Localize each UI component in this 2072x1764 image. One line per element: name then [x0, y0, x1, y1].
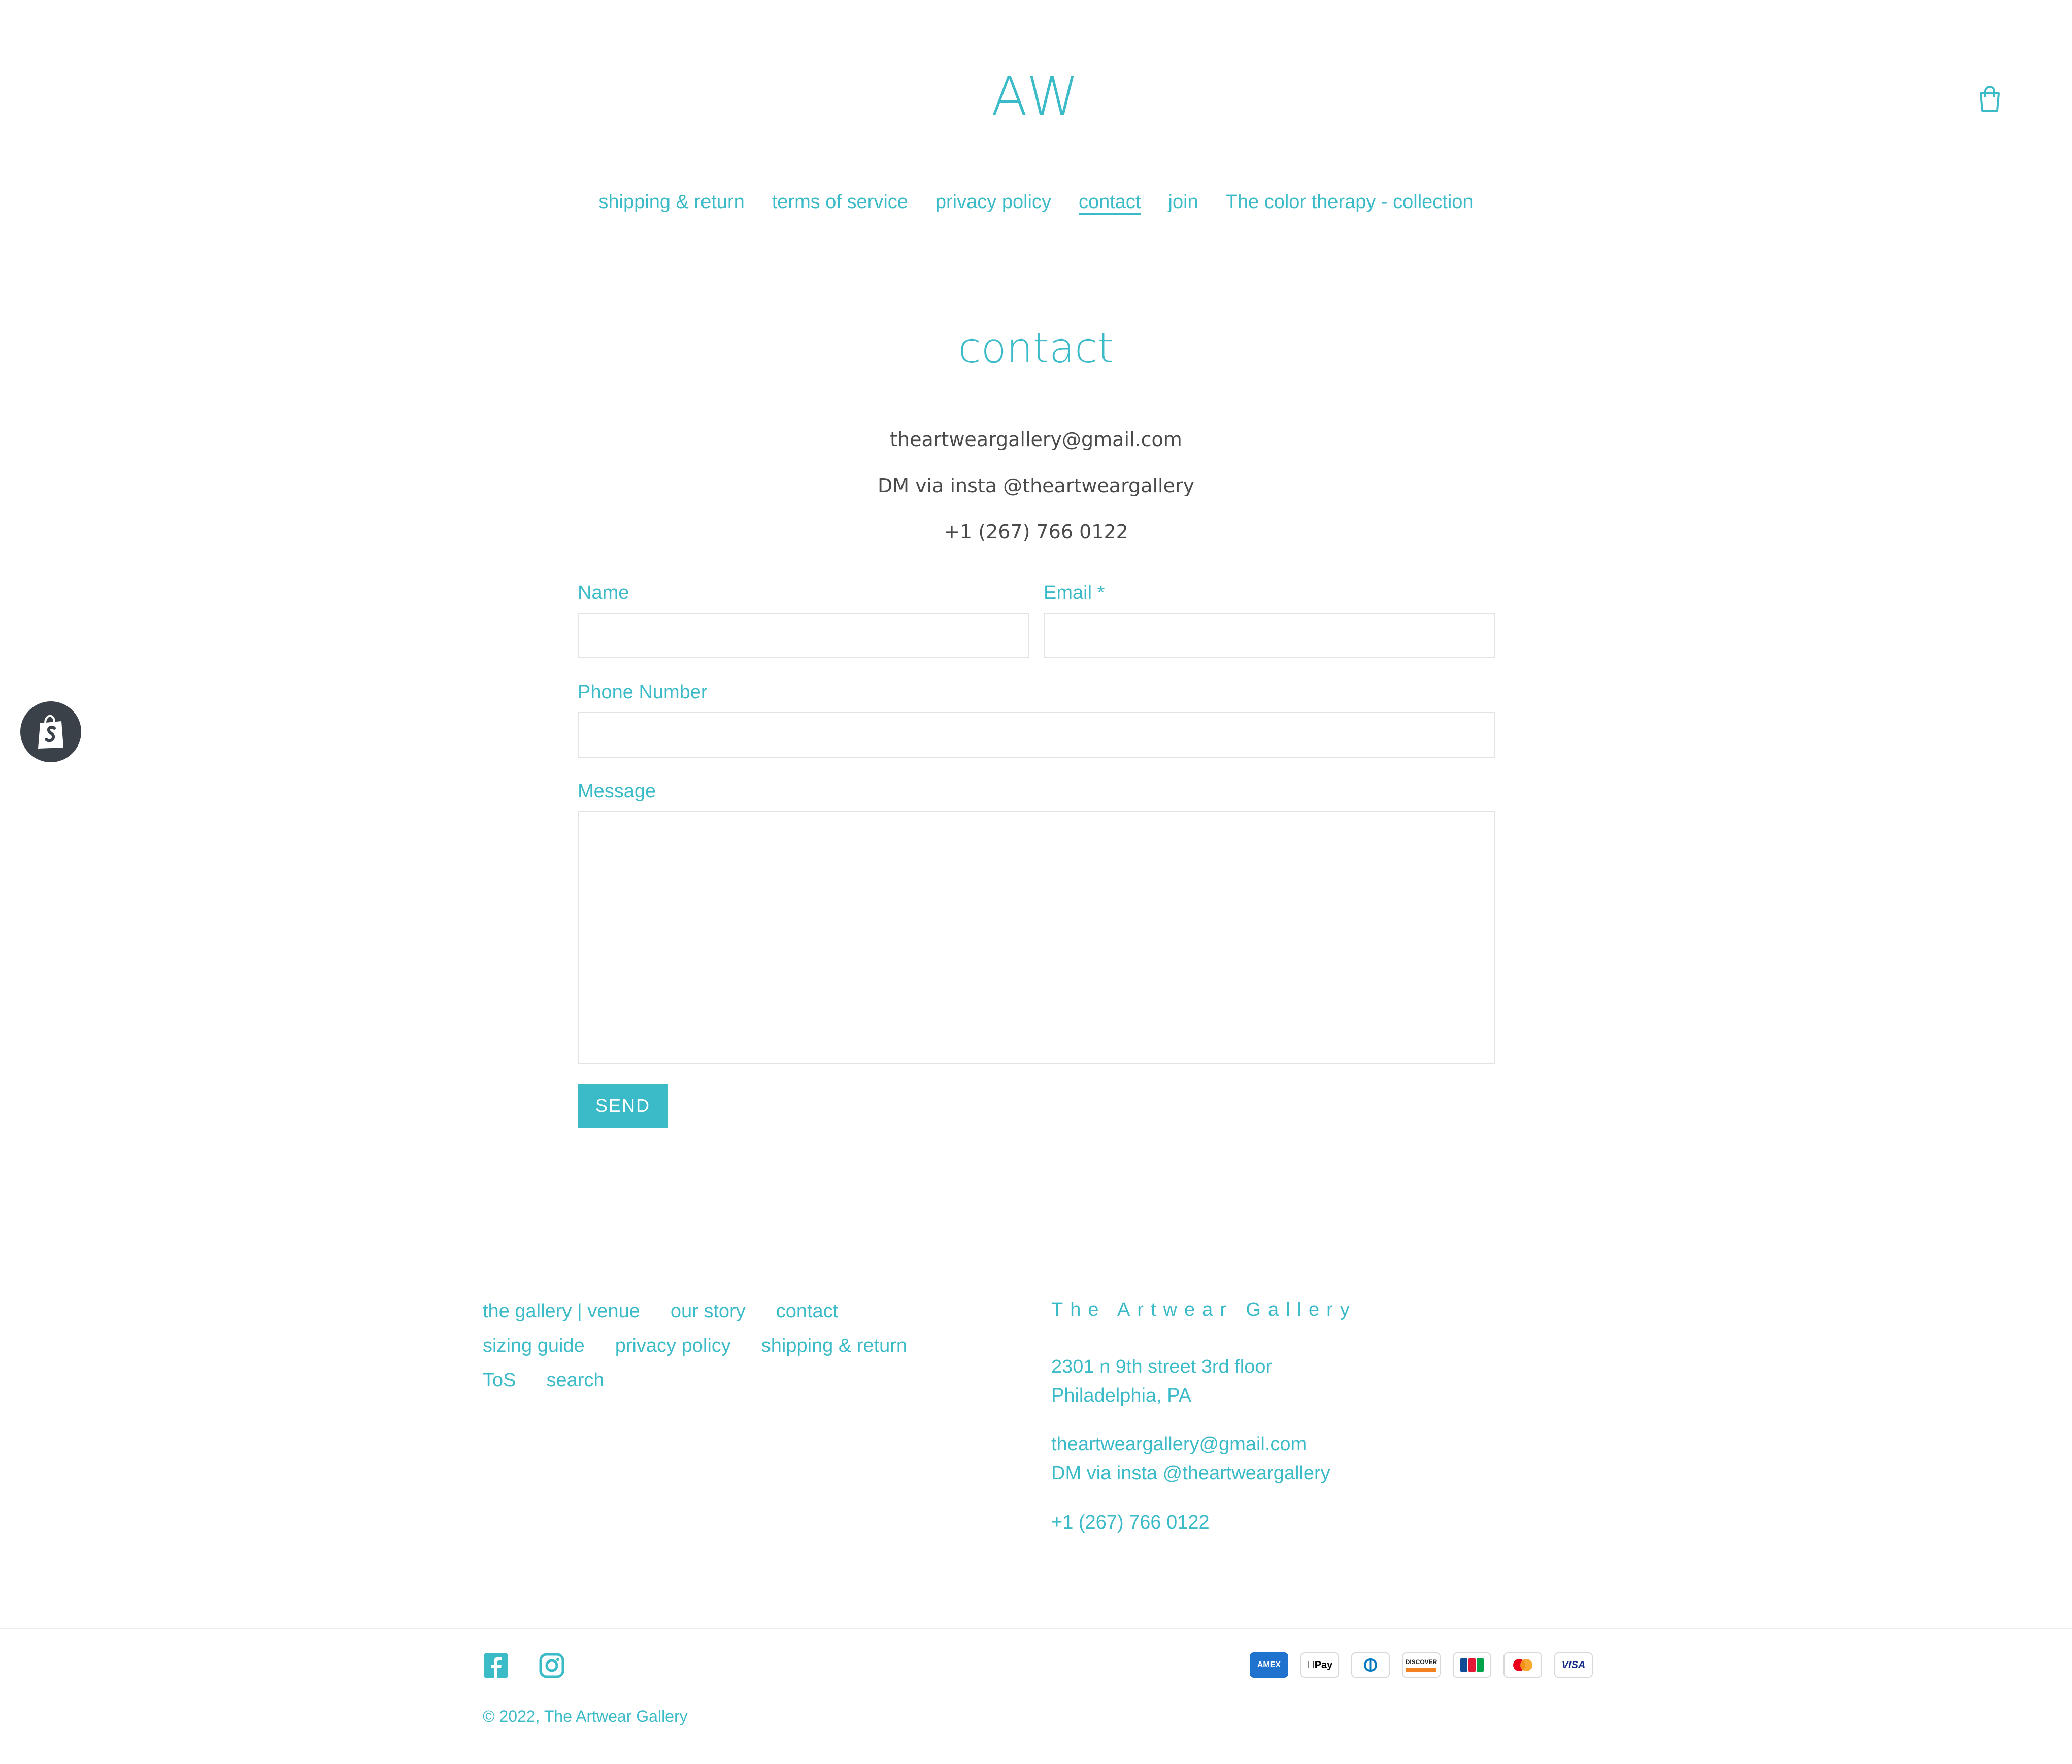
nav-shipping-return[interactable]: shipping & return: [598, 187, 744, 217]
message-label: Message: [578, 781, 656, 802]
copyright-brand-link[interactable]: The Artwear Gallery: [544, 1707, 688, 1725]
name-input[interactable]: [578, 613, 1029, 658]
footer-link-tos[interactable]: ToS: [483, 1363, 516, 1398]
footer-link-privacy-policy[interactable]: privacy policy: [615, 1329, 731, 1363]
contact-insta: DM via insta @theartweargallery: [877, 474, 1195, 497]
nav-privacy-policy[interactable]: privacy policy: [935, 187, 1051, 217]
facebook-icon[interactable]: [483, 1652, 509, 1679]
footer-link-gallery-venue[interactable]: the gallery | venue: [483, 1294, 640, 1329]
name-label: Name: [578, 582, 629, 603]
footer-address-line1: 2301 n 9th street 3rd floor: [1051, 1356, 1273, 1377]
footer-insta: DM via insta @theartweargallery: [1051, 1463, 1330, 1484]
visa-icon: VISA: [1554, 1652, 1593, 1678]
diners-club-icon: [1351, 1652, 1390, 1678]
footer-link-search[interactable]: search: [546, 1363, 604, 1398]
footer-brand-heading: The Artwear Gallery: [1051, 1299, 1357, 1320]
nav-join[interactable]: join: [1168, 187, 1198, 217]
email-input[interactable]: [1044, 613, 1495, 658]
discover-stripe: [1406, 1668, 1436, 1672]
nav-contact[interactable]: contact: [1079, 187, 1141, 217]
amex-label: AMEX: [1257, 1660, 1281, 1669]
discover-label: DISCOVER: [1405, 1658, 1438, 1666]
mastercard-icon: [1503, 1652, 1542, 1678]
phone-input[interactable]: [578, 712, 1495, 758]
footer-email: theartweargallery@gmail.com: [1051, 1434, 1307, 1455]
visa-label: VISA: [1561, 1659, 1586, 1671]
shopify-bag-icon[interactable]: [20, 701, 81, 762]
payment-icons: AMEX Pay DISCOVER VISA: [1250, 1652, 1593, 1678]
footer-link-contact[interactable]: contact: [776, 1294, 839, 1329]
footer-link-sizing-guide[interactable]: sizing guide: [483, 1329, 585, 1363]
apple-pay-icon: Pay: [1300, 1652, 1339, 1678]
footer-nav: the gallery | venue our story contact si…: [483, 1294, 990, 1398]
contact-phone: +1 (267) 766 0122: [944, 521, 1128, 543]
instagram-icon[interactable]: [539, 1652, 565, 1679]
phone-label: Phone Number: [578, 682, 708, 703]
site-logo[interactable]: AW: [0, 66, 2072, 127]
message-textarea[interactable]: [578, 811, 1495, 1064]
page-title: contact: [958, 324, 1114, 372]
footer-phone: +1 (267) 766 0122: [1051, 1512, 1210, 1533]
discover-icon: DISCOVER: [1402, 1652, 1441, 1678]
amex-icon: AMEX: [1250, 1652, 1288, 1678]
copyright: © 2022, The Artwear Gallery: [483, 1705, 688, 1727]
nav-terms-of-service[interactable]: terms of service: [772, 187, 908, 217]
nav-color-therapy-collection[interactable]: The color therapy - collection: [1226, 187, 1474, 217]
main-nav: shipping & return terms of service priva…: [0, 187, 2072, 217]
send-button[interactable]: SEND: [578, 1084, 668, 1128]
footer-address-line2: Philadelphia, PA: [1051, 1385, 1192, 1406]
contact-email: theartweargallery@gmail.com: [890, 428, 1182, 451]
jcb-icon: [1453, 1652, 1491, 1678]
copyright-prefix: © 2022,: [483, 1707, 540, 1725]
cart-icon[interactable]: [1976, 84, 2004, 113]
email-label: Email *: [1044, 582, 1105, 603]
footer-divider: [0, 1628, 2072, 1629]
footer-link-shipping-return[interactable]: shipping & return: [761, 1329, 907, 1363]
footer-link-our-story[interactable]: our story: [671, 1294, 746, 1329]
apple-pay-label: Pay: [1307, 1659, 1333, 1671]
